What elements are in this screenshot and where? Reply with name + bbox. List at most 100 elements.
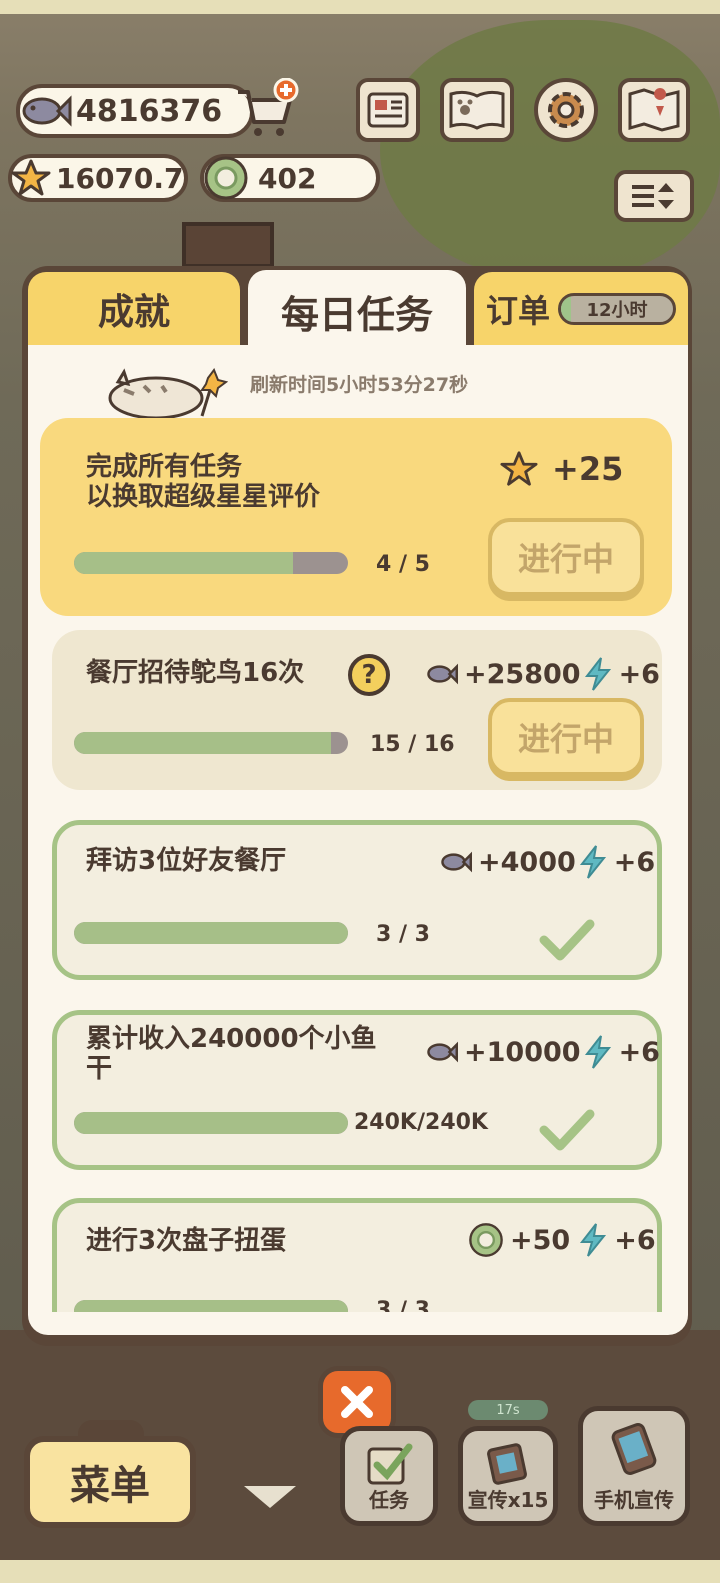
energy-reward-value: +6: [618, 658, 660, 690]
task-title-line2: 干: [86, 1054, 113, 1084]
help-button[interactable]: ?: [348, 654, 390, 696]
flyer-icon: [487, 1443, 527, 1485]
plate-icon: [469, 1223, 503, 1257]
energy-reward-value: +6: [613, 846, 656, 878]
map-icon: [628, 88, 680, 132]
orders-timer-fill: [561, 296, 572, 322]
task-title: 拜访3位好友餐厅: [86, 846, 287, 876]
menu-button[interactable]: 菜单: [24, 1420, 196, 1528]
gear-icon: [548, 92, 584, 128]
energy-reward-value: +6: [618, 1036, 660, 1068]
in-progress-button[interactable]: 进行中: [488, 518, 644, 596]
fish-reward-value: +4000: [478, 846, 576, 878]
newspaper-button[interactable]: [356, 78, 420, 142]
checkmark-icon: [539, 1109, 595, 1151]
task-title: 累计收入240000个小鱼 干: [86, 1024, 377, 1084]
task-list-clip: 进行3次盘子扭蛋 +50 +6 3 / 3: [28, 1190, 688, 1312]
settings-button[interactable]: [534, 78, 598, 142]
bottom-strip: [0, 1560, 720, 1583]
task-title: 完成所有任务 以换取超级星星评价: [86, 452, 320, 512]
promo-button-label: 宣传x15: [467, 1488, 549, 1512]
task-reward: +50 +6: [468, 1222, 656, 1258]
tab-achievements[interactable]: 成就: [28, 272, 240, 346]
task-reward: +4000 +6: [440, 844, 655, 880]
cat-book-button[interactable]: [440, 78, 514, 142]
progress-fill: [74, 922, 348, 944]
tree-decoration: [380, 20, 720, 280]
star-icon: [10, 156, 52, 200]
collapse-arrow-icon[interactable]: [244, 1486, 296, 1508]
energy-icon: [584, 1035, 611, 1069]
progress-bar: [74, 1300, 348, 1312]
energy-reward-value: +6: [614, 1224, 656, 1256]
energy-icon: [579, 845, 606, 879]
orders-timer-text: 12小时: [586, 300, 648, 321]
tab-daily-label: 每日任务: [280, 292, 433, 337]
progress-count: 15 / 16: [370, 732, 455, 757]
progress-bar: [74, 1112, 348, 1134]
plate-icon: [202, 154, 250, 202]
progress-bar: [74, 922, 348, 944]
progress-bar: [74, 552, 348, 574]
star-rating-value: 16070.7: [56, 161, 184, 195]
fish-count-value: 4816376: [76, 93, 223, 129]
plate-count-value: 402: [258, 161, 317, 195]
progress-fill: [74, 552, 294, 574]
star-reward-value: +25: [552, 450, 624, 488]
top-status-strip: [0, 0, 720, 14]
map-button[interactable]: [618, 78, 690, 142]
promo-timer: 17s: [468, 1400, 548, 1420]
task-title: 餐厅招待鸵鸟16次: [86, 658, 305, 688]
fish-icon: [18, 86, 74, 136]
phone-promo-button[interactable]: 手机宣传: [578, 1406, 690, 1526]
checkmark-icon: [539, 919, 595, 961]
paw-book-icon: [449, 90, 505, 130]
task-title-line1: 累计收入240000个小鱼: [86, 1024, 377, 1054]
task-reward: +25: [500, 450, 623, 488]
fish-icon: [427, 1041, 458, 1063]
clipboard-clip: [78, 1420, 144, 1442]
sort-icon: [632, 183, 674, 209]
progress-fill: [74, 1300, 348, 1312]
tab-achievements-label: 成就: [97, 292, 170, 333]
progress-fill: [74, 1112, 348, 1134]
tab-orders[interactable]: 订单 12小时: [474, 272, 688, 346]
tab-orders-label: 订单: [486, 292, 551, 330]
tab-daily-tasks[interactable]: 每日任务: [248, 270, 466, 352]
phone-icon: [611, 1423, 657, 1475]
progress-count: 4 / 5: [376, 552, 430, 577]
close-icon: [341, 1386, 373, 1418]
orders-timer-badge: 12小时: [558, 293, 677, 325]
layout-toggle-button[interactable]: [614, 170, 694, 222]
progress-bar: [74, 732, 348, 754]
fish-bone-frame: [182, 222, 274, 268]
energy-icon: [580, 1223, 607, 1257]
energy-icon: [584, 657, 611, 691]
menu-label: 菜单: [70, 1463, 150, 1509]
plate-reward-value: +50: [510, 1224, 571, 1256]
phone-promo-label: 手机宣传: [594, 1488, 674, 1512]
task-reward: +10000 +6: [426, 1034, 660, 1070]
refresh-timer: 刷新时间5小时53分27秒: [250, 374, 469, 396]
task-title-line1: 完成所有任务: [86, 452, 243, 482]
fish-reward-value: +10000: [464, 1036, 581, 1068]
newspaper-icon: [367, 92, 409, 128]
fish-icon: [427, 663, 458, 685]
shop-cart-button[interactable]: [234, 78, 300, 140]
task-title: 进行3次盘子扭蛋: [86, 1226, 287, 1256]
task-title-line2: 以换取超级星星评价: [86, 482, 321, 512]
promo-button[interactable]: 宣传x15: [458, 1426, 558, 1526]
star-icon: [500, 451, 538, 486]
cat-mascot-illustration: [104, 367, 229, 424]
progress-fill: [74, 732, 331, 754]
fish-reward-value: +25800: [464, 658, 581, 690]
task-button[interactable]: 任务: [340, 1426, 438, 1526]
task-button-label: 任务: [369, 1488, 409, 1512]
in-progress-button[interactable]: 进行中: [488, 698, 644, 776]
fish-icon: [441, 851, 472, 873]
task-reward: +25800 +6: [426, 656, 660, 692]
task-check-icon: [367, 1443, 413, 1485]
progress-count: 3 / 3: [376, 1298, 430, 1312]
progress-count: 3 / 3: [376, 922, 430, 947]
progress-count: 240K/240K: [354, 1110, 488, 1135]
